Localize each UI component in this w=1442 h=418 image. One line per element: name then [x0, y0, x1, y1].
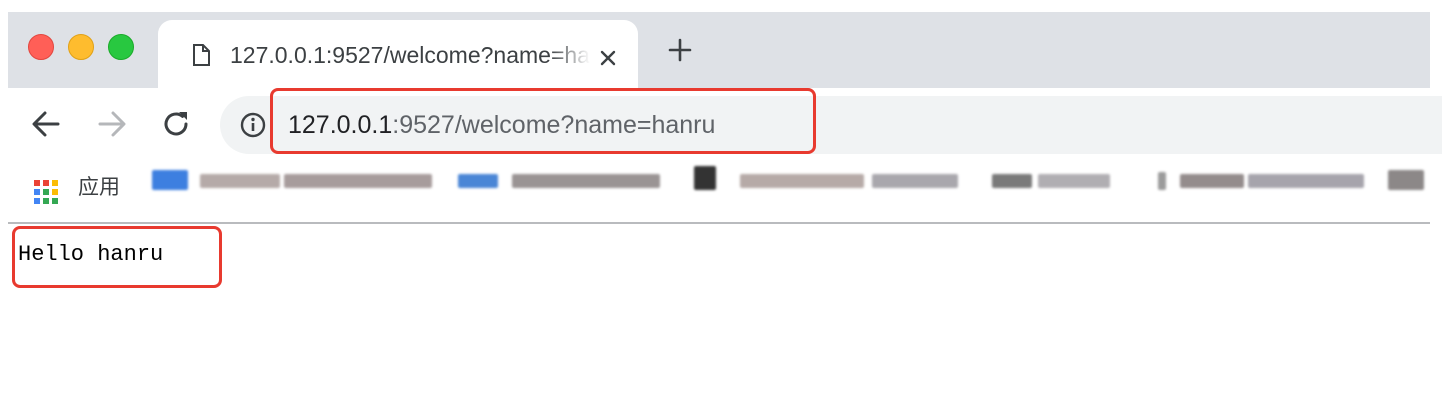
apps-bookmark-label[interactable]: 应用: [78, 172, 120, 204]
window-zoom-button[interactable]: [108, 34, 134, 60]
plus-icon[interactable]: [668, 38, 692, 67]
blurred-bookmark[interactable]: [200, 174, 280, 188]
page-icon: [192, 44, 210, 71]
blurred-bookmark[interactable]: [740, 174, 864, 188]
info-icon[interactable]: [240, 112, 266, 143]
active-tab[interactable]: 127.0.0.1:9527/welcome?name=hanru: [158, 20, 638, 88]
blurred-bookmark[interactable]: [1158, 172, 1166, 190]
blurred-bookmark[interactable]: [1180, 174, 1244, 188]
back-arrow-icon[interactable]: [30, 108, 62, 145]
blurred-bookmark[interactable]: [1038, 174, 1110, 188]
blurred-bookmark[interactable]: [992, 174, 1032, 188]
blurred-bookmark[interactable]: [1248, 174, 1364, 188]
content-highlight-box: [12, 226, 222, 288]
forward-arrow-icon[interactable]: [96, 108, 128, 145]
window-close-button[interactable]: [28, 34, 54, 60]
blurred-bookmark[interactable]: [284, 174, 432, 188]
bookmarks-bar: 应用: [8, 160, 1430, 224]
window-minimize-button[interactable]: [68, 34, 94, 60]
blurred-bookmark[interactable]: [694, 166, 716, 190]
blurred-bookmark[interactable]: [872, 174, 958, 188]
blurred-bookmark[interactable]: [1388, 170, 1424, 190]
close-icon[interactable]: [600, 50, 616, 71]
reload-icon[interactable]: [160, 108, 192, 145]
apps-grid-icon[interactable]: [32, 178, 60, 211]
url-highlight-box: [270, 88, 816, 154]
blurred-bookmark[interactable]: [512, 174, 660, 188]
blurred-bookmark[interactable]: [152, 170, 188, 190]
tab-title-fade: [550, 39, 590, 71]
tab-title: 127.0.0.1:9527/welcome?name=hanru: [230, 42, 590, 68]
tab-strip: 127.0.0.1:9527/welcome?name=hanru: [8, 12, 1430, 88]
blurred-bookmark[interactable]: [458, 174, 498, 188]
